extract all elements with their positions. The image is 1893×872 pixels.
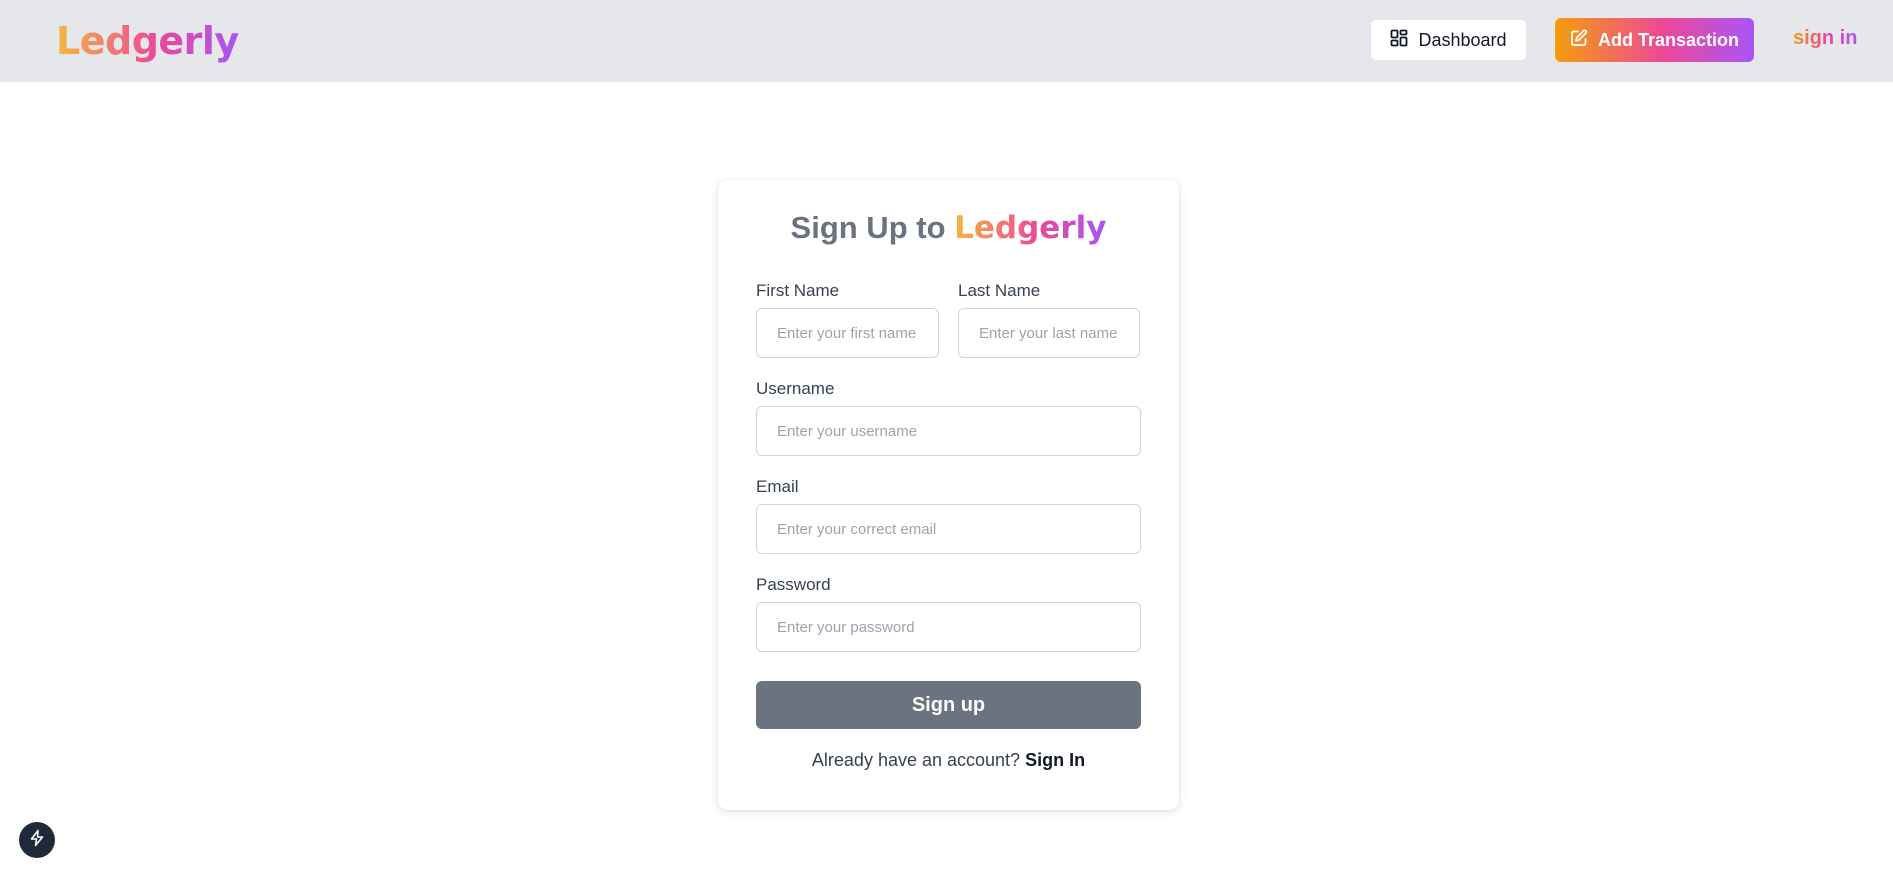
last-name-input[interactable]: [958, 308, 1140, 358]
sign-in-prompt-text: Already have an account?: [811, 750, 1021, 770]
email-input[interactable]: [756, 504, 1141, 554]
username-label: Username: [756, 379, 835, 398]
dashboard-button-label: Dashboard: [1418, 29, 1507, 50]
bolt-icon: [28, 829, 46, 852]
first-name-label: First Name: [756, 281, 840, 300]
signup-card: Sign Up to Ledgerly First Name Last Name…: [718, 180, 1179, 810]
username-input[interactable]: [756, 406, 1141, 456]
add-transaction-button[interactable]: Add Transaction: [1555, 18, 1754, 62]
last-name-label: Last Name: [958, 281, 1041, 300]
sign-in-prompt: Already have an account? Sign In: [718, 750, 1179, 771]
floating-action-button[interactable]: [19, 822, 55, 858]
top-navigation-bar: Ledgerly Dashboard Add Transaction sign …: [0, 0, 1893, 82]
grid-icon: [1390, 29, 1408, 52]
sign-in-link[interactable]: Sign In: [1025, 750, 1085, 770]
dashboard-button[interactable]: Dashboard: [1370, 19, 1527, 61]
sign-up-button[interactable]: Sign up: [756, 681, 1141, 729]
brand-logo[interactable]: Ledgerly: [56, 18, 239, 64]
title-prefix: Sign Up to: [790, 210, 946, 245]
header-sign-in-link[interactable]: sign in: [1793, 27, 1857, 50]
password-input[interactable]: [756, 602, 1141, 652]
title-brand: Ledgerly: [954, 210, 1107, 246]
first-name-input[interactable]: [756, 308, 939, 358]
edit-icon: [1570, 28, 1588, 52]
page-title: Sign Up to Ledgerly: [718, 210, 1179, 246]
password-label: Password: [756, 575, 831, 594]
email-label: Email: [756, 477, 799, 496]
add-transaction-button-label: Add Transaction: [1597, 29, 1740, 50]
